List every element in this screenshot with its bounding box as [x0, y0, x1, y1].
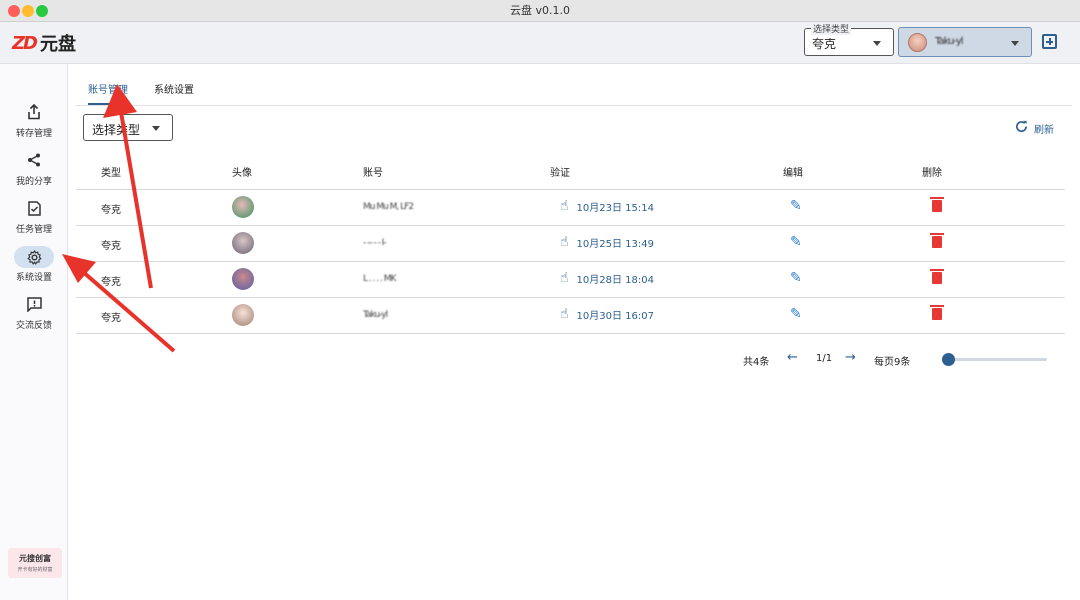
- promo-title: 元搜创富: [19, 554, 51, 563]
- avatar: [908, 33, 927, 52]
- edit-icon[interactable]: ✎: [790, 270, 802, 286]
- refresh-button[interactable]: 刷新: [1015, 120, 1054, 137]
- table-header: 类型 头像 账号 验证 编辑 删除: [76, 154, 1065, 190]
- type-select-value: 夸克: [812, 37, 837, 51]
- type-filter-select[interactable]: 选择类型: [83, 114, 173, 141]
- delete-icon[interactable]: [930, 269, 944, 284]
- type-select[interactable]: 选择类型 夸克: [804, 22, 894, 56]
- sidebar-item-feedback[interactable]: 交流反馈: [0, 292, 68, 336]
- touch-icon: ☝: [560, 270, 569, 286]
- sidebar-item-share[interactable]: 我的分享: [0, 148, 68, 192]
- tab-account-management[interactable]: 账号管理: [88, 81, 128, 96]
- slider-thumb[interactable]: [942, 353, 955, 366]
- table-row: 夸克 Taku-yl ☝ 10月30日 16:07 ✎: [76, 298, 1065, 334]
- account-select[interactable]: Taku-yl: [898, 27, 1032, 57]
- row-account: Mu Mu M, LF2: [363, 202, 414, 212]
- sidebar-item-label: 转存管理: [15, 129, 52, 139]
- column-header-edit: 编辑: [783, 168, 803, 179]
- sidebar-item-label: 我的分享: [15, 177, 52, 187]
- edit-icon[interactable]: ✎: [790, 234, 802, 250]
- promo-subtitle: 开卡有好的财富: [17, 567, 53, 573]
- verify-button[interactable]: ☝ 10月25日 13:49: [560, 234, 654, 250]
- avatar: [232, 304, 254, 326]
- sidebar-item-settings[interactable]: 系统设置: [0, 244, 68, 288]
- edit-icon[interactable]: ✎: [790, 306, 802, 322]
- minimize-window-button[interactable]: [22, 5, 34, 17]
- sidebar-item-label: 任务管理: [15, 225, 52, 235]
- chevron-down-icon: [873, 41, 881, 46]
- tab-system-settings[interactable]: 系统设置: [154, 81, 194, 96]
- type-select-legend: 选择类型: [811, 22, 852, 35]
- verify-button[interactable]: ☝ 10月28日 18:04: [560, 270, 654, 286]
- row-type: 夸克: [101, 205, 121, 216]
- sidebar-item-tasks[interactable]: 任务管理: [0, 196, 68, 240]
- tab-bar: 账号管理 系统设置: [76, 64, 1072, 106]
- avatar: [232, 196, 254, 218]
- row-account: Taku-yl: [363, 310, 388, 320]
- column-header-delete: 删除: [922, 168, 942, 179]
- chevron-down-icon: [152, 126, 160, 131]
- main-content: 账号管理 系统设置 选择类型 刷新 类型 头像 账号 验证 编辑 删除 夸克 M…: [76, 64, 1072, 600]
- avatar: [232, 268, 254, 290]
- table-row: 夸克 - -- - - I- ☝ 10月25日 13:49 ✎: [76, 226, 1065, 262]
- pagination-per-page: 每页9条: [874, 357, 911, 368]
- row-account: - -- - - I-: [363, 238, 387, 248]
- logo-text: 元盘: [40, 34, 76, 55]
- arrow-right-icon[interactable]: →: [845, 350, 856, 365]
- table-row: 夸克 L . . . . MK ☝ 10月28日 18:04 ✎: [76, 262, 1065, 298]
- sidebar: 转存管理 我的分享 任务管理 系统设置 交流反馈 元搜创富 开卡有好的财富: [0, 64, 68, 600]
- task-icon: [22, 198, 46, 218]
- delete-icon[interactable]: [930, 197, 944, 212]
- active-tab-indicator: [88, 103, 130, 105]
- delete-icon[interactable]: [930, 233, 944, 248]
- column-header-account: 账号: [363, 168, 383, 179]
- verify-date: 10月30日 16:07: [576, 310, 654, 322]
- column-header-verify: 验证: [550, 168, 570, 179]
- chevron-down-icon: [1011, 41, 1019, 46]
- close-window-button[interactable]: [8, 5, 20, 17]
- page-size-slider[interactable]: [942, 353, 1047, 366]
- row-type: 夸克: [101, 313, 121, 324]
- promo-badge[interactable]: 元搜创富 开卡有好的财富: [8, 548, 62, 578]
- avatar: [232, 232, 254, 254]
- share-icon: [22, 150, 46, 170]
- arrow-left-icon[interactable]: ←: [787, 350, 798, 365]
- app-header: ZD 元盘 选择类型 夸克 Taku-yl: [0, 22, 1080, 64]
- feedback-icon: [22, 294, 46, 314]
- verify-date: 10月28日 18:04: [576, 274, 654, 286]
- gear-icon: [14, 246, 54, 268]
- pagination: 共4条 ← 1/1 → 每页9条: [76, 350, 1065, 370]
- edit-icon[interactable]: ✎: [790, 198, 802, 214]
- verify-button[interactable]: ☝ 10月30日 16:07: [560, 306, 654, 322]
- column-header-type: 类型: [101, 168, 121, 179]
- account-select-value: Taku-yl: [935, 36, 964, 47]
- table-row: 夸克 Mu Mu M, LF2 ☝ 10月23日 15:14 ✎: [76, 190, 1065, 226]
- verify-button[interactable]: ☝ 10月23日 15:14: [560, 198, 654, 214]
- sidebar-item-label: 交流反馈: [15, 321, 52, 331]
- pagination-total: 共4条: [743, 357, 770, 368]
- verify-date: 10月25日 13:49: [576, 238, 654, 250]
- add-account-button[interactable]: [1042, 34, 1057, 49]
- touch-icon: ☝: [560, 198, 569, 214]
- row-account: L . . . . MK: [363, 274, 396, 284]
- window-titlebar: 云盘 v0.1.0: [0, 0, 1080, 22]
- maximize-window-button[interactable]: [36, 5, 48, 17]
- verify-date: 10月23日 15:14: [576, 202, 654, 214]
- row-type: 夸克: [101, 277, 121, 288]
- refresh-icon: [1015, 120, 1028, 137]
- share-export-icon: [22, 102, 46, 122]
- column-header-avatar: 头像: [232, 168, 252, 179]
- delete-icon[interactable]: [930, 305, 944, 320]
- window-title: 云盘 v0.1.0: [510, 4, 570, 17]
- sidebar-item-label: 系统设置: [15, 273, 52, 283]
- type-filter-value: 选择类型: [92, 123, 141, 137]
- row-type: 夸克: [101, 241, 121, 252]
- touch-icon: ☝: [560, 234, 569, 250]
- sidebar-item-transfer[interactable]: 转存管理: [0, 100, 68, 144]
- app-logo: ZD 元盘: [12, 30, 76, 56]
- touch-icon: ☝: [560, 306, 569, 322]
- refresh-label: 刷新: [1034, 125, 1054, 136]
- logo-mark: ZD: [12, 32, 38, 54]
- pagination-page: 1/1: [816, 353, 833, 364]
